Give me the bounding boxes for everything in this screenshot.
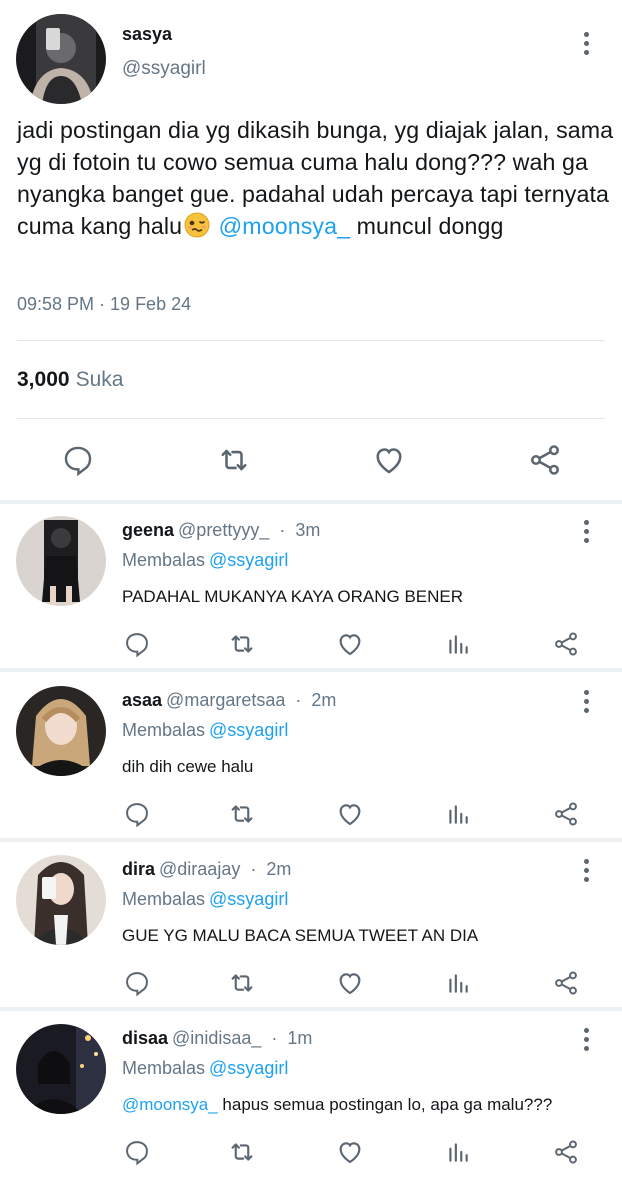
likes-label: Suka (75, 368, 124, 391)
replying-to-link[interactable]: @ssyagirl (209, 720, 288, 740)
retweet-icon[interactable] (226, 1136, 258, 1168)
like-icon[interactable] (334, 967, 366, 999)
display-name[interactable]: asaa (122, 690, 162, 710)
reply-tweet[interactable]: disaa @inidisaa_ · 1m Membalas @ssyagirl @mo… (0, 1012, 622, 1178)
reply-tweet[interactable]: asaa @margaretsaa · 2m Membalas @ssyagirl di… (0, 674, 622, 840)
avatar[interactable] (16, 14, 106, 104)
likes-stat[interactable]: 3,000 Suka (17, 368, 123, 392)
reply-icon[interactable] (58, 440, 98, 480)
retweet-icon[interactable] (226, 798, 258, 830)
reply-text: @moonsya_ hapus semua postingan lo, apa … (122, 1092, 592, 1118)
reply-icon[interactable] (121, 628, 153, 660)
section-separator (0, 1007, 622, 1011)
replying-to-link[interactable]: @ssyagirl (209, 1058, 288, 1078)
reply-icon[interactable] (121, 798, 153, 830)
like-icon[interactable] (334, 798, 366, 830)
more-options-icon[interactable] (574, 686, 598, 716)
timestamp[interactable]: 09:58 PM · 19 Feb 24 (17, 294, 191, 315)
separator-dot: · (295, 690, 302, 710)
username[interactable]: @prettyyy_ (178, 520, 269, 540)
replying-label: Membalas (122, 889, 206, 909)
separator-dot: · (271, 1028, 278, 1048)
like-icon[interactable] (334, 628, 366, 660)
main-tweet: sasya @ssyagirl jadi postingan dia yg di… (0, 0, 622, 502)
like-icon[interactable] (334, 1136, 366, 1168)
avatar[interactable] (16, 855, 106, 945)
analytics-icon[interactable] (442, 798, 474, 830)
reply-icon[interactable] (121, 967, 153, 999)
like-icon[interactable] (369, 440, 409, 480)
reply-text: GUE YG MALU BACA SEMUA TWEET AN DIA (122, 926, 479, 945)
replying-to: Membalas @ssyagirl (122, 1058, 288, 1079)
replying-to: Membalas @ssyagirl (122, 889, 288, 910)
likes-count: 3,000 (17, 368, 70, 391)
divider (17, 340, 605, 341)
display-name[interactable]: geena (122, 520, 174, 540)
analytics-icon[interactable] (442, 967, 474, 999)
replying-to: Membalas @ssyagirl (122, 720, 288, 741)
analytics-icon[interactable] (442, 1136, 474, 1168)
divider (17, 418, 605, 419)
replying-to-link[interactable]: @ssyagirl (209, 889, 288, 909)
reply-header: dira @diraajay · 2m (122, 859, 291, 880)
woozy-face-icon (184, 212, 210, 238)
display-name[interactable]: dira (122, 859, 155, 879)
section-separator (0, 838, 622, 842)
reply-header: geena @prettyyy_ · 3m (122, 520, 320, 541)
reply-text: PADAHAL MUKANYA KAYA ORANG BENER (122, 587, 464, 606)
avatar[interactable] (16, 516, 106, 606)
replying-label: Membalas (122, 1058, 206, 1078)
reply-time[interactable]: 3m (295, 520, 320, 540)
tweet-text-part2: muncul dongg (350, 213, 504, 239)
mention-link[interactable]: @moonsya_ (122, 1095, 218, 1114)
retweet-icon[interactable] (226, 967, 258, 999)
reply-tweet[interactable]: geena @prettyyy_ · 3m Membalas @ssyagirl PAD… (0, 504, 622, 670)
share-icon[interactable] (550, 967, 582, 999)
retweet-icon[interactable] (214, 440, 254, 480)
more-options-icon[interactable] (574, 516, 598, 546)
reply-time[interactable]: 2m (311, 690, 336, 710)
reply-header: asaa @margaretsaa · 2m (122, 690, 336, 711)
avatar[interactable] (16, 686, 106, 776)
tweet-text: jadi postingan dia yg dikasih bunga, yg … (17, 114, 617, 242)
more-options-icon[interactable] (574, 855, 598, 885)
username[interactable]: @inidisaa_ (172, 1028, 261, 1048)
reply-icon[interactable] (121, 1136, 153, 1168)
reply-text-body: hapus semua postingan lo, apa ga malu??? (217, 1095, 553, 1114)
more-options-icon[interactable] (574, 1024, 598, 1054)
username[interactable]: @ssyagirl (122, 58, 206, 80)
section-separator (0, 668, 622, 672)
share-icon[interactable] (550, 1136, 582, 1168)
share-icon[interactable] (550, 628, 582, 660)
more-options-icon[interactable] (574, 28, 598, 58)
reply-time[interactable]: 1m (287, 1028, 312, 1048)
separator-dot: · (279, 520, 286, 540)
replying-to: Membalas @ssyagirl (122, 550, 288, 571)
replying-to-link[interactable]: @ssyagirl (209, 550, 288, 570)
reply-text: dih dih cewe halu (122, 757, 254, 776)
username[interactable]: @diraajay (159, 859, 240, 879)
reply-time[interactable]: 2m (266, 859, 291, 879)
mention-link[interactable]: @moonsya_ (219, 213, 350, 239)
reply-tweet[interactable]: dira @diraajay · 2m Membalas @ssyagirl GUE Y… (0, 843, 622, 1009)
separator-dot: · (250, 859, 257, 879)
retweet-icon[interactable] (226, 628, 258, 660)
username[interactable]: @margaretsaa (166, 690, 285, 710)
display-name[interactable]: sasya (122, 24, 172, 45)
replying-label: Membalas (122, 720, 206, 740)
analytics-icon[interactable] (442, 628, 474, 660)
avatar[interactable] (16, 1024, 106, 1114)
share-icon[interactable] (525, 440, 565, 480)
replying-label: Membalas (122, 550, 206, 570)
share-icon[interactable] (550, 798, 582, 830)
reply-header: disaa @inidisaa_ · 1m (122, 1028, 312, 1049)
display-name[interactable]: disaa (122, 1028, 168, 1048)
